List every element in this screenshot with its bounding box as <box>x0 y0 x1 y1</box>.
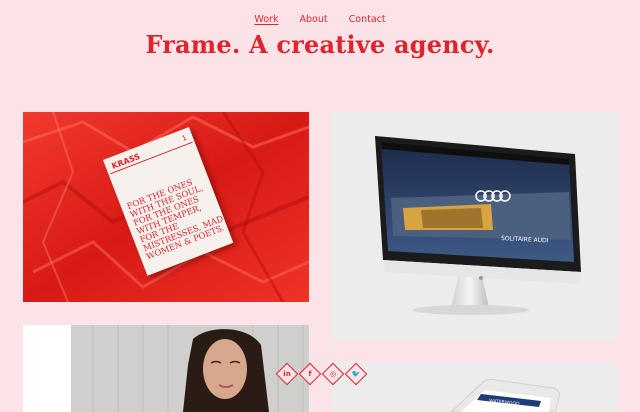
phone-mockup: WATERWOOD <box>450 379 560 412</box>
book-cover-text: FOR THE ONES WITH THE SOUL, FOR THE ONES… <box>125 176 226 262</box>
facebook-icon[interactable]: f <box>298 362 322 386</box>
project-tile-phone[interactable]: WATERWOOD <box>331 362 617 412</box>
project-tile-portrait[interactable] <box>23 325 309 412</box>
book-number: 1 <box>180 133 188 143</box>
nav-contact-link[interactable]: Contact <box>349 14 386 25</box>
portrait-photo <box>23 325 309 412</box>
page-title: Frame. A creative agency. <box>145 30 495 59</box>
instagram-icon[interactable]: ◎ <box>321 362 345 386</box>
project-tile-krass[interactable]: KRASS 1 FOR THE ONES WITH THE SOUL, FOR … <box>23 112 309 302</box>
main-nav: Work About Contact <box>0 14 640 25</box>
twitter-icon[interactable]: 🐦 <box>344 362 368 386</box>
linkedin-icon[interactable]: in <box>275 362 299 386</box>
nav-work-link[interactable]: Work <box>254 14 278 25</box>
nav-about-link[interactable]: About <box>300 14 328 25</box>
imac-mockup: SOLITAIRE AUDI <box>375 136 581 315</box>
social-links: in f ◎ 🐦 <box>275 362 368 386</box>
project-tile-audi[interactable]: SOLITAIRE AUDI <box>331 112 617 340</box>
